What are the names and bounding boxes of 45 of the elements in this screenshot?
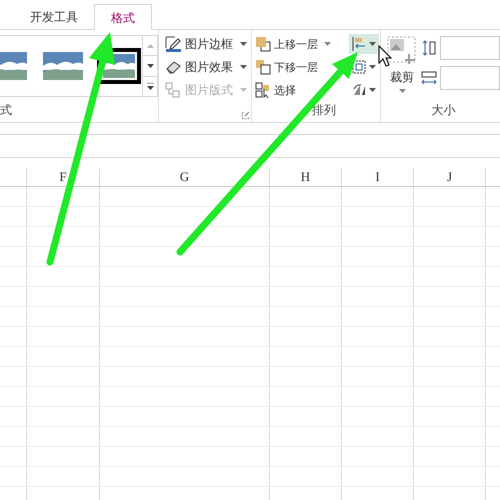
bring-forward-icon	[255, 36, 272, 52]
caret-icon	[146, 64, 154, 68]
ribbon-command[interactable]: 下移一层	[255, 57, 332, 77]
caret-up-icon	[146, 44, 154, 48]
caret-icon	[398, 89, 406, 93]
caret-icon	[369, 88, 376, 92]
column-header[interactable]: F	[27, 168, 100, 186]
caret-icon	[240, 88, 248, 92]
height-field[interactable]	[440, 36, 500, 60]
group-label: 大小	[430, 102, 456, 119]
group-label: 式	[0, 102, 13, 119]
selection-pane-icon	[255, 82, 272, 98]
dialog-launcher-icon[interactable]	[242, 112, 250, 119]
column-header[interactable]: H	[270, 168, 342, 186]
column-header[interactable]: I	[342, 168, 414, 186]
ribbon-tab[interactable]: 格式	[94, 4, 152, 30]
caret-icon	[369, 65, 376, 69]
caret-icon	[324, 42, 332, 46]
width-field[interactable]	[440, 66, 500, 90]
group-icon	[352, 60, 366, 74]
layout-icon	[165, 82, 182, 98]
ribbon-command[interactable]: 图片边框	[165, 34, 252, 54]
align-icon	[352, 37, 366, 51]
caret-icon	[240, 65, 248, 69]
ribbon-tab[interactable]: 开发工具	[18, 4, 90, 30]
ribbon-command[interactable]: 图片效果	[165, 57, 252, 77]
picture-style-thumbnail[interactable]	[41, 50, 85, 82]
height-icon	[421, 40, 437, 56]
more-caret-icon	[146, 82, 154, 90]
column-header[interactable]: J	[414, 168, 486, 186]
ribbon-tool-button[interactable]	[349, 34, 379, 54]
eraser-icon	[165, 59, 182, 75]
pen-icon	[165, 36, 182, 52]
ribbon-command[interactable]: 上移一层	[255, 34, 332, 54]
group-label: 排列	[311, 102, 338, 119]
send-backward-icon	[255, 59, 272, 75]
crop-button[interactable]: 裁剪	[387, 36, 417, 93]
mouse-cursor-icon	[378, 44, 392, 67]
width-icon	[421, 70, 437, 86]
caret-icon	[369, 42, 376, 46]
ribbon-command[interactable]: 选择	[255, 80, 332, 100]
crop-icon	[387, 36, 417, 66]
rotate-icon	[352, 83, 366, 97]
column-header[interactable]: G	[100, 168, 270, 186]
caret-icon	[240, 42, 248, 46]
